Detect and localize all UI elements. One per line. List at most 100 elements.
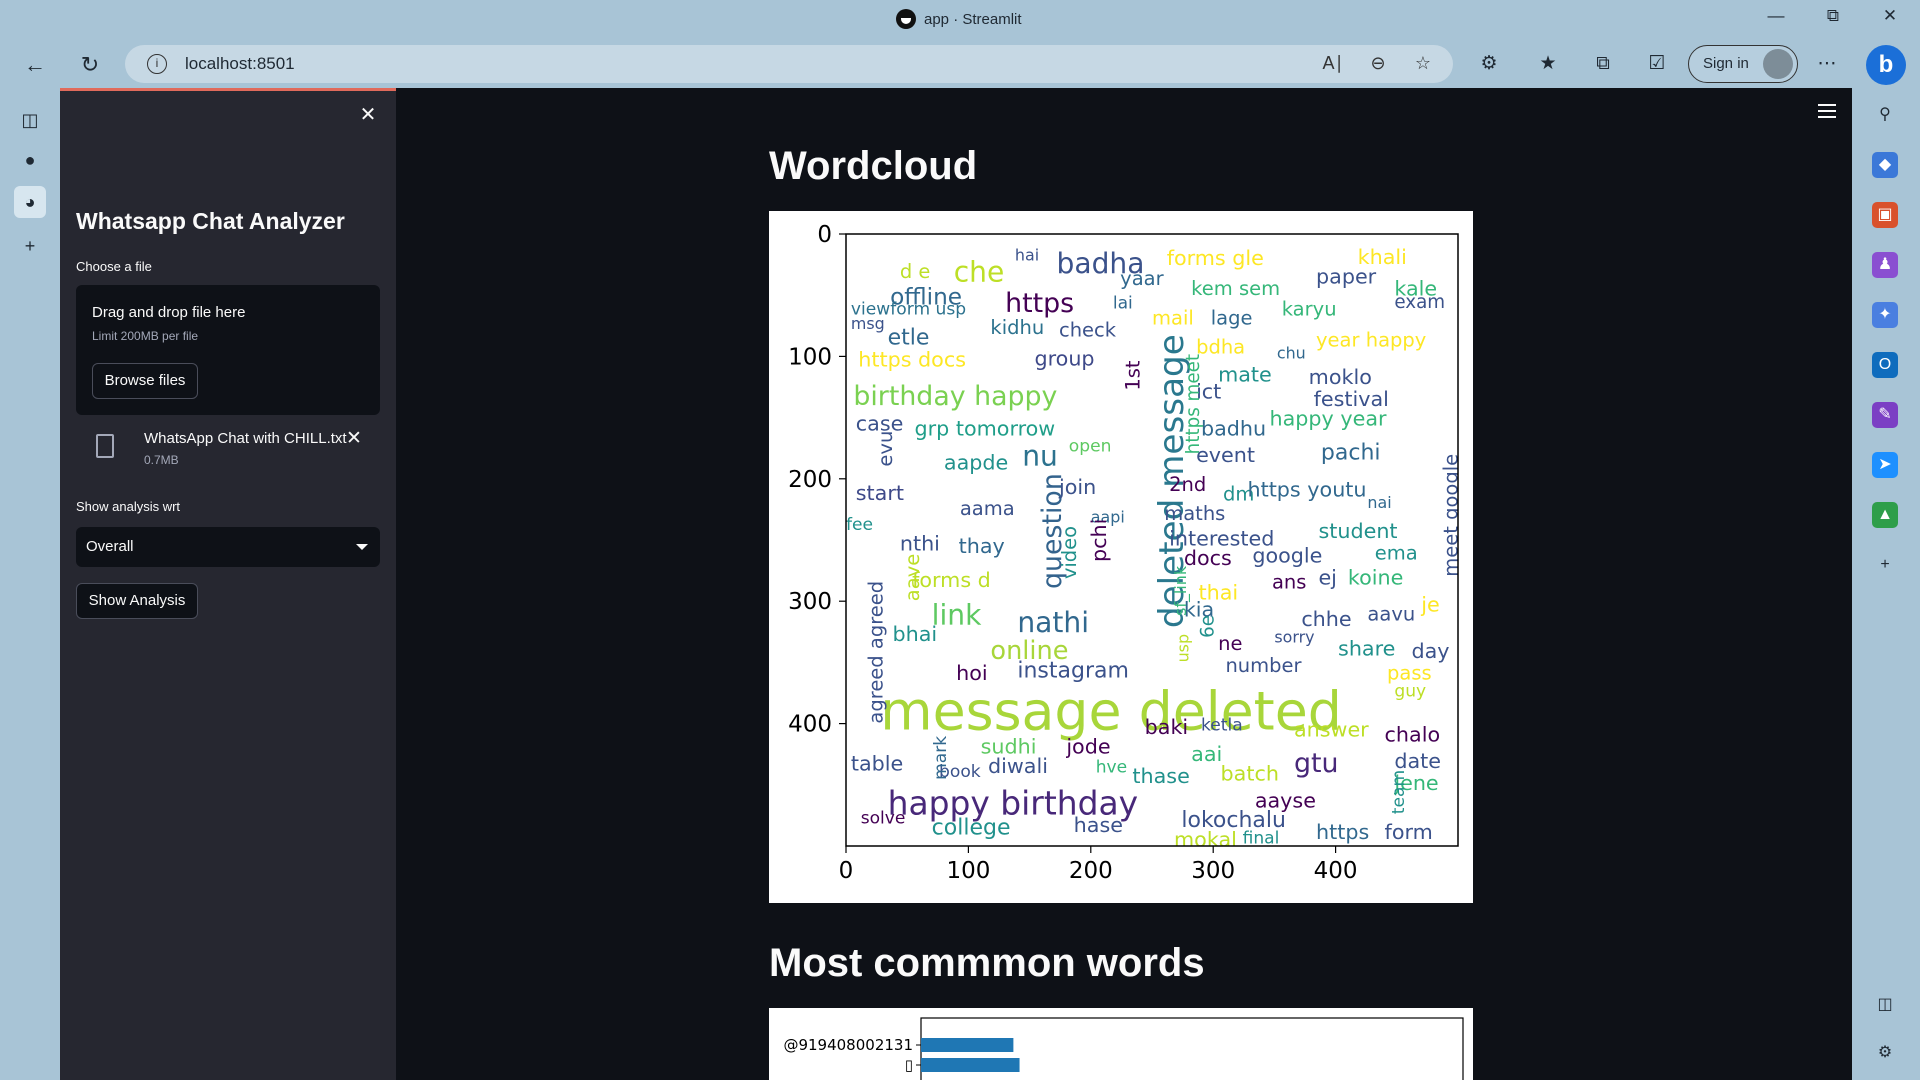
wordcloud-word: share bbox=[1338, 637, 1395, 661]
wordcloud-word: yaar bbox=[1120, 267, 1164, 290]
close-sidebar-icon[interactable]: ✕ bbox=[356, 103, 380, 127]
wordcloud-word: koine bbox=[1348, 566, 1404, 590]
wordcloud-word: https bbox=[1005, 288, 1074, 319]
analysis-select[interactable]: Overall bbox=[76, 527, 380, 567]
wordcloud-word: je bbox=[1420, 593, 1439, 617]
wordcloud-word: forms gle bbox=[1167, 246, 1264, 270]
wordcloud-word: event bbox=[1196, 443, 1255, 467]
read-aloud-icon[interactable]: A∣ bbox=[1321, 53, 1345, 74]
uploaded-file-size: 0.7MB bbox=[144, 453, 179, 467]
wordcloud-chart: message deletedhappy birthdaybirthday ha… bbox=[788, 222, 1463, 884]
restore-icon[interactable]: ⧉ bbox=[1813, 6, 1853, 26]
extensions-icon[interactable]: ⚙ bbox=[1476, 51, 1502, 77]
wordcloud-word: lai bbox=[1113, 293, 1133, 313]
tab-actions-icon[interactable]: ◫ bbox=[14, 104, 46, 136]
main-menu-icon[interactable] bbox=[1818, 104, 1836, 118]
bar bbox=[921, 1038, 1014, 1052]
chevron-down-icon bbox=[356, 544, 368, 550]
wordcloud-word: sorry bbox=[1274, 628, 1314, 647]
wordcloud-word: 1st bbox=[1121, 360, 1144, 391]
telegram-icon[interactable]: ➤ bbox=[1872, 452, 1898, 478]
wordcloud-word: hoi bbox=[956, 661, 988, 685]
copilot-sidebar-icon[interactable]: ✦ bbox=[1872, 302, 1898, 328]
wordcloud-word: form bbox=[1385, 820, 1433, 844]
close-window-icon[interactable]: ✕ bbox=[1870, 6, 1910, 26]
x-tick-label: 200 bbox=[1069, 858, 1113, 884]
favorites-icon[interactable]: ★ bbox=[1535, 51, 1561, 77]
wordcloud-word: link bbox=[932, 598, 982, 631]
wordcloud-word: aama bbox=[960, 497, 1015, 520]
site-info-icon[interactable]: i bbox=[147, 54, 167, 74]
x-tick-label: 0 bbox=[839, 858, 854, 884]
common-words-chart: @919408002131 ▯ bbox=[783, 1017, 1464, 1080]
games-icon[interactable]: ♟ bbox=[1872, 252, 1898, 278]
y-tick-label: 300 bbox=[788, 589, 832, 615]
search-icon[interactable]: ⚲ bbox=[1872, 102, 1898, 128]
wordcloud-word: mokal bbox=[1174, 828, 1237, 852]
outlook-icon[interactable]: O bbox=[1872, 352, 1898, 378]
common-words-figure: @919408002131 ▯ bbox=[769, 1008, 1473, 1080]
vertical-tabs-bar: ◫ ● ◕ + bbox=[0, 88, 60, 1080]
dropzone-title: Drag and drop file here bbox=[92, 304, 246, 321]
settings-icon[interactable]: ⚙ bbox=[1872, 1040, 1898, 1066]
wordcloud-word: number bbox=[1225, 654, 1302, 677]
wordcloud-word: ema bbox=[1375, 541, 1418, 564]
wordcloud-word: mate bbox=[1218, 362, 1272, 386]
copilot-icon[interactable]: b bbox=[1866, 45, 1906, 85]
tools-icon[interactable]: ▣ bbox=[1872, 202, 1898, 228]
wordcloud-word: year happy bbox=[1316, 328, 1426, 351]
wordcloud-word: answer bbox=[1294, 717, 1369, 741]
wordcloud-word: mail bbox=[1152, 306, 1194, 329]
wordcloud-word: hve bbox=[1096, 757, 1127, 777]
browser-essentials-icon[interactable]: ☑ bbox=[1644, 51, 1670, 77]
collections-icon[interactable]: ⧉ bbox=[1590, 51, 1616, 77]
wordcloud-word: pachi bbox=[1321, 441, 1381, 466]
sign-in-button[interactable]: Sign in bbox=[1688, 45, 1798, 83]
wordcloud-word: baki bbox=[1145, 715, 1189, 739]
bar-category-label: ▯ bbox=[905, 1056, 913, 1074]
wordcloud-word: college bbox=[932, 815, 1011, 840]
minimize-icon[interactable]: — bbox=[1756, 6, 1796, 26]
uploaded-file-name: WhatsApp Chat with CHILL.txt bbox=[144, 430, 347, 447]
designer-icon[interactable]: ✎ bbox=[1872, 402, 1898, 428]
file-dropzone[interactable]: Drag and drop file here Limit 200MB per … bbox=[76, 285, 380, 415]
y-tick-label: 0 bbox=[817, 222, 832, 248]
new-tab-icon[interactable]: + bbox=[14, 230, 46, 262]
analysis-select-value: Overall bbox=[86, 538, 134, 555]
more-options-icon[interactable]: ⋯ bbox=[1814, 51, 1840, 77]
wordcloud-word: group bbox=[1034, 346, 1094, 370]
streamlit-tab-icon[interactable]: ◕ bbox=[14, 186, 46, 218]
file-icon bbox=[96, 434, 114, 458]
address-bar[interactable]: i localhost:8501 A∣ ⊖ ☆ bbox=[125, 45, 1453, 83]
wordcloud-word: nai bbox=[1367, 493, 1391, 512]
github-tab-icon[interactable]: ● bbox=[14, 144, 46, 176]
wordcloud-word: check bbox=[1059, 319, 1117, 342]
sidebar-layout-icon[interactable]: ◫ bbox=[1872, 992, 1898, 1018]
wordcloud-word: ne bbox=[1218, 632, 1242, 655]
browse-files-button[interactable]: Browse files bbox=[92, 363, 198, 399]
wordcloud-word: fee bbox=[846, 515, 873, 535]
url-text[interactable]: localhost:8501 bbox=[185, 54, 295, 74]
remove-file-icon[interactable]: ✕ bbox=[346, 427, 362, 450]
wordcloud-word: video bbox=[1058, 526, 1081, 579]
back-icon[interactable]: ← bbox=[20, 50, 50, 80]
wordcloud-word: moklo bbox=[1309, 365, 1372, 389]
tree-icon[interactable]: ▲ bbox=[1872, 502, 1898, 528]
wordcloud-word: table bbox=[851, 752, 903, 776]
zoom-out-icon[interactable]: ⊖ bbox=[1366, 53, 1390, 74]
wordcloud-word: aapde bbox=[944, 451, 1008, 475]
wordcloud-heading: Wordcloud bbox=[769, 144, 978, 188]
show-analysis-button[interactable]: Show Analysis bbox=[76, 583, 198, 619]
shopping-icon[interactable]: ◆ bbox=[1872, 152, 1898, 178]
wordcloud-word: ketla bbox=[1201, 716, 1243, 736]
wordcloud-word: 6e bbox=[1198, 615, 1219, 638]
wordcloud-word: kem sem bbox=[1191, 277, 1280, 300]
bar-category-label: @919408002131 bbox=[783, 1036, 913, 1054]
add-favorite-icon[interactable]: ☆ bbox=[1411, 53, 1435, 74]
wordcloud-word: meet google bbox=[1440, 454, 1463, 577]
wordcloud-word: https bbox=[1316, 820, 1369, 844]
window-title: app · Streamlit bbox=[896, 9, 1022, 29]
add-app-icon[interactable]: + bbox=[1872, 552, 1898, 578]
wordcloud-word: diwali bbox=[988, 754, 1048, 778]
refresh-icon[interactable]: ↻ bbox=[75, 50, 105, 80]
